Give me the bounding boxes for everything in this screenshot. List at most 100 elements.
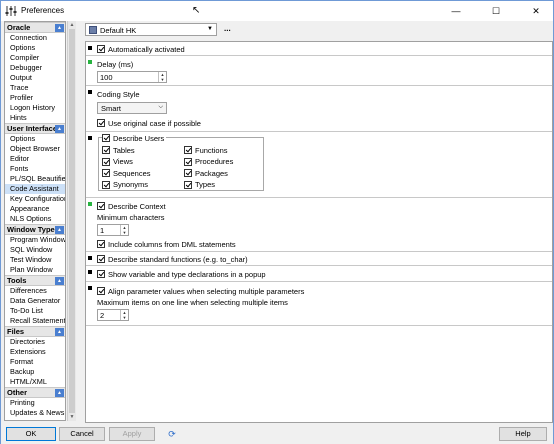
scroll-up-icon[interactable]: ▲: [68, 21, 76, 29]
describe-context-checkbox[interactable]: Describe Context: [97, 201, 166, 211]
collapse-icon[interactable]: ▲: [55, 125, 64, 133]
sidebar-item[interactable]: Updates & News: [5, 408, 65, 418]
title-bar[interactable]: Preferences ↖ — ☐ ✕: [1, 1, 553, 21]
sidebar-item[interactable]: Code Assistant: [5, 184, 65, 194]
profile-icon: [89, 26, 97, 34]
section-marker: [88, 90, 92, 94]
describe-std-checkbox[interactable]: Describe standard functions (e.g. to_cha…: [97, 254, 248, 264]
sidebar-item[interactable]: Plan Window: [5, 265, 65, 275]
sidebar-item[interactable]: Compiler: [5, 53, 65, 63]
object-type-checkbox[interactable]: Functions: [184, 145, 228, 155]
object-type-checkbox[interactable]: Procedures: [184, 157, 233, 167]
auto-activated-checkbox[interactable]: Automatically activated: [97, 44, 185, 54]
scroll-thumb[interactable]: [69, 29, 75, 413]
sidebar-item[interactable]: Hints: [5, 113, 65, 123]
sidebar-scrollbar[interactable]: ▲ ▼: [67, 21, 76, 421]
show-decl-checkbox[interactable]: Show variable and type declarations in a…: [97, 269, 266, 279]
sidebar-item[interactable]: HTML/XML: [5, 377, 65, 387]
section-marker: [88, 286, 92, 290]
spinner-arrows-icon[interactable]: ▲ ▼: [158, 72, 166, 82]
sidebar-item[interactable]: Extensions: [5, 347, 65, 357]
cancel-button[interactable]: Cancel: [59, 427, 105, 441]
sidebar-item[interactable]: SQL Window: [5, 245, 65, 255]
sidebar-item[interactable]: Appearance: [5, 204, 65, 214]
sidebar-group-header[interactable]: Tools ▲: [5, 275, 65, 286]
sidebar-item[interactable]: Object Browser: [5, 144, 65, 154]
maximize-icon[interactable]: ☐: [481, 1, 511, 21]
object-type-checkbox[interactable]: Views: [102, 157, 133, 167]
sidebar-item[interactable]: NLS Options: [5, 214, 65, 224]
help-button[interactable]: Help: [499, 427, 547, 441]
sidebar-item[interactable]: Test Window: [5, 255, 65, 265]
sidebar-group-header[interactable]: User Interface ▲: [5, 123, 65, 134]
object-type-checkbox[interactable]: Types: [184, 180, 215, 190]
refresh-icon[interactable]: ⟳: [165, 427, 179, 441]
collapse-icon[interactable]: ▲: [55, 24, 64, 32]
sidebar-group-label: Window Types: [7, 225, 59, 234]
object-type-checkbox[interactable]: Tables: [102, 145, 135, 155]
collapse-icon[interactable]: ▲: [55, 277, 64, 285]
sidebar-item[interactable]: PL/SQL Beautifier: [5, 174, 65, 184]
sidebar-group-header[interactable]: Oracle ▲: [5, 22, 65, 33]
sidebar-item[interactable]: Program Window: [5, 235, 65, 245]
sidebar-item[interactable]: Logon History: [5, 103, 65, 113]
min-chars-spinner[interactable]: 1 ▲ ▼: [97, 224, 129, 236]
max-items-spinner[interactable]: 2 ▲ ▼: [97, 309, 129, 321]
checkbox-icon: [184, 169, 192, 177]
sidebar-item[interactable]: Options: [5, 134, 65, 144]
describe-users-checkbox[interactable]: Describe Users: [102, 133, 167, 143]
sidebar-item[interactable]: Trace: [5, 83, 65, 93]
profile-more-button[interactable]: ...: [224, 24, 231, 33]
collapse-icon[interactable]: ▲: [55, 226, 64, 234]
sidebar-item[interactable]: Format: [5, 357, 65, 367]
checkbox-icon: [184, 157, 192, 166]
sidebar-item[interactable]: Backup: [5, 367, 65, 377]
sidebar-item[interactable]: Options: [5, 43, 65, 53]
object-type-checkbox[interactable]: Packages: [184, 168, 228, 178]
sidebar-item[interactable]: To-Do List: [5, 306, 65, 316]
checkbox-icon: [97, 119, 105, 127]
collapse-icon[interactable]: ▲: [55, 328, 64, 336]
include-dml-checkbox[interactable]: Include columns from DML statements: [97, 239, 236, 249]
checkbox-icon: [102, 157, 110, 166]
sidebar-item[interactable]: Editor: [5, 154, 65, 164]
section-marker: [88, 202, 92, 206]
sidebar-item[interactable]: Connection: [5, 33, 65, 43]
sidebar-item[interactable]: Debugger: [5, 63, 65, 73]
sidebar-item[interactable]: Data Generator: [5, 296, 65, 306]
sidebar-group-label: Tools: [7, 276, 27, 285]
delay-spinner[interactable]: 100 ▲ ▼: [97, 71, 167, 83]
sidebar-group-header[interactable]: Window Types ▲: [5, 224, 65, 235]
sidebar-group-label: Other: [7, 388, 28, 397]
sidebar-group-header[interactable]: Other ▲: [5, 387, 65, 398]
sidebar-item[interactable]: Recall Statement: [5, 316, 65, 326]
minimize-icon[interactable]: —: [441, 1, 471, 21]
section-coding-style: Coding Style Smart ⌵ Use original case i…: [86, 86, 552, 132]
sidebar-group-label: User Interface: [7, 124, 58, 133]
spinner-arrows-icon[interactable]: ▲ ▼: [120, 225, 128, 235]
sidebar-item[interactable]: Profiler: [5, 93, 65, 103]
sidebar-item[interactable]: Directories: [5, 337, 65, 347]
sidebar-item[interactable]: Fonts: [5, 164, 65, 174]
object-type-checkbox[interactable]: Sequences: [102, 168, 151, 178]
section-marker: [88, 60, 92, 64]
sidebar-item[interactable]: Key Configuration: [5, 194, 65, 204]
align-params-checkbox[interactable]: Align parameter values when selecting mu…: [97, 286, 304, 296]
profile-select[interactable]: Default HK ▼: [85, 23, 217, 36]
coding-style-select[interactable]: Smart ⌵: [97, 102, 167, 114]
sidebar-item[interactable]: Output: [5, 73, 65, 83]
close-icon[interactable]: ✕: [521, 1, 551, 21]
sidebar-item[interactable]: Differences: [5, 286, 65, 296]
sidebar-group-header[interactable]: Files ▲: [5, 326, 65, 337]
scroll-down-icon[interactable]: ▼: [68, 413, 76, 421]
code-assistant-panel: Automatically activated Delay (ms) 100 ▲…: [85, 41, 553, 423]
apply-button[interactable]: Apply: [109, 427, 155, 441]
spinner-arrows-icon[interactable]: ▲ ▼: [120, 310, 128, 320]
ok-button[interactable]: OK: [6, 427, 56, 441]
use-original-case-checkbox[interactable]: Use original case if possible: [97, 118, 201, 128]
category-tree[interactable]: Oracle ▲ Connection Options Compiler Debugger…: [4, 21, 66, 421]
checkbox-icon: [97, 202, 105, 210]
collapse-icon[interactable]: ▲: [55, 389, 64, 397]
object-type-checkbox[interactable]: Synonyms: [102, 180, 148, 190]
sidebar-item[interactable]: Printing: [5, 398, 65, 408]
